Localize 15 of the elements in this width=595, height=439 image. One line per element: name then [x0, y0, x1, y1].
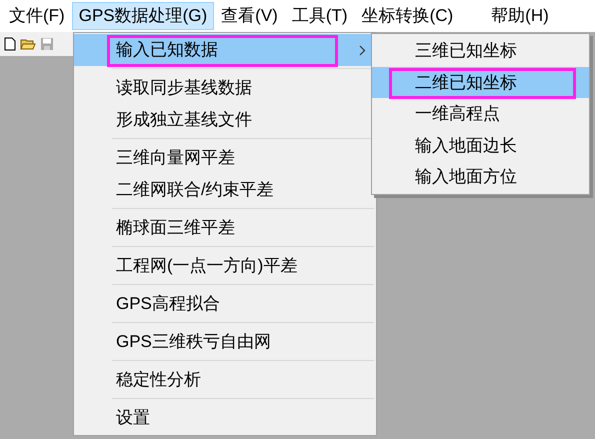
menu-item[interactable]: 椭球面三维平差	[74, 212, 376, 244]
folder-icon[interactable]	[20, 37, 36, 51]
menu-item[interactable]: GPS高程拟合	[74, 288, 376, 320]
menu-bar-item[interactable]: 帮助(H)	[484, 2, 556, 30]
new-file-icon[interactable]	[4, 37, 16, 51]
menu-bar-item[interactable]: 查看(V)	[214, 2, 285, 30]
menu-bar-item[interactable]: 坐标转换(C)	[354, 2, 460, 30]
menu-bar-item[interactable]: 文件(F)	[2, 2, 72, 30]
menu-bar-item[interactable]: 工具(T)	[284, 2, 355, 30]
menu-item[interactable]: 设置	[74, 402, 376, 434]
submenu-item[interactable]: 二维已知坐标	[372, 66, 589, 98]
menu-item[interactable]: GPS三维秩亏自由网	[74, 326, 376, 358]
menu-item[interactable]: 稳定性分析	[74, 364, 376, 396]
menu-item[interactable]: 工程网(一点一方向)平差	[74, 250, 376, 282]
menu-bar-item[interactable]: GPS数据处理(G)	[72, 2, 214, 30]
